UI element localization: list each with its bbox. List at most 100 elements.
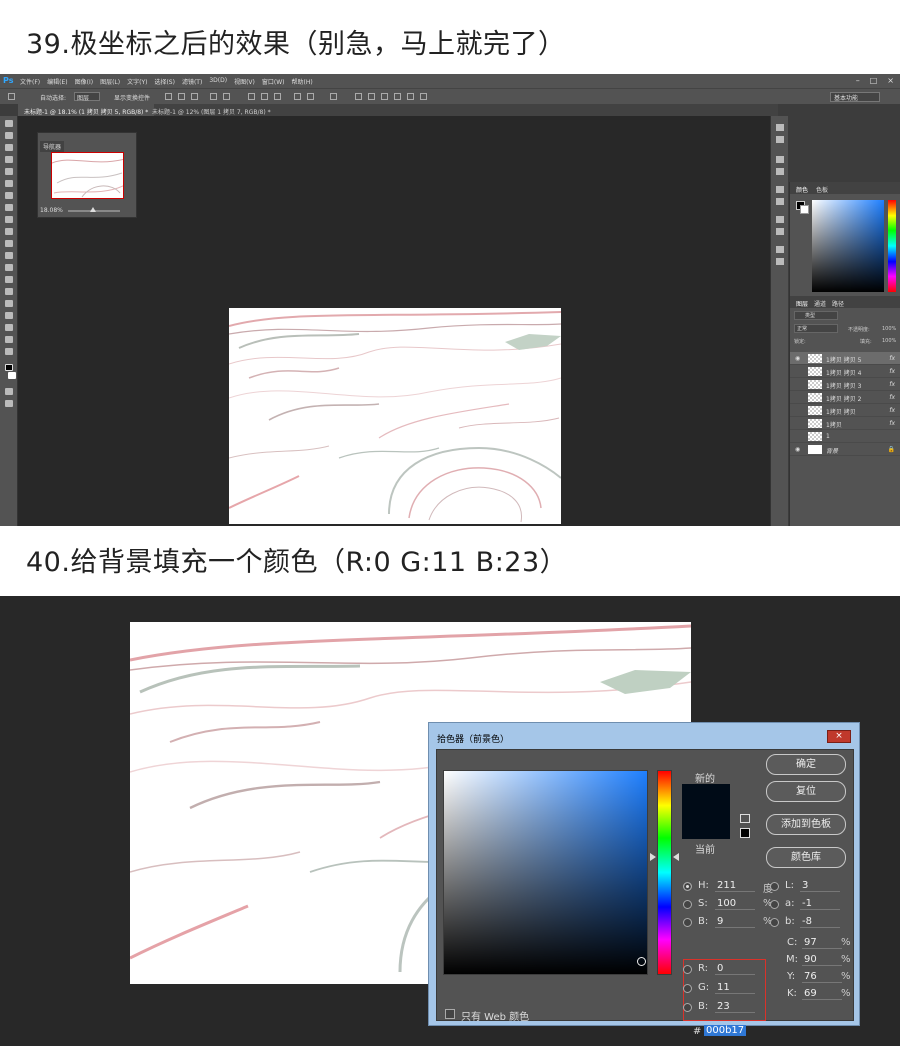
add-to-swatches-button[interactable]: 添加到色板: [766, 814, 846, 835]
path-select-icon[interactable]: [5, 312, 13, 319]
menu-window[interactable]: 窗口(W): [262, 77, 285, 86]
fx-icon[interactable]: fx: [889, 420, 895, 427]
properties-icon[interactable]: [776, 136, 784, 143]
healing-tool-icon[interactable]: [5, 192, 13, 199]
web-safe-swatch-icon[interactable]: [740, 828, 750, 838]
gradient-tool-icon[interactable]: [5, 252, 13, 259]
distribute-top-icon[interactable]: [248, 93, 255, 100]
shape-tool-icon[interactable]: [5, 324, 13, 331]
menu-layer[interactable]: 图层(L): [100, 77, 120, 86]
eye-icon[interactable]: ◉: [795, 355, 800, 362]
fx-icon[interactable]: fx: [889, 394, 895, 401]
styles-icon[interactable]: [776, 198, 784, 205]
s-radio[interactable]: [683, 900, 692, 909]
navigator-thumbnail[interactable]: [51, 152, 124, 199]
tab-channels[interactable]: 通道: [814, 299, 826, 308]
menu-file[interactable]: 文件(F): [20, 77, 40, 86]
menu-filter[interactable]: 滤镜(T): [182, 77, 202, 86]
document-canvas[interactable]: [229, 308, 561, 524]
character-icon[interactable]: [776, 228, 784, 235]
hue-slider[interactable]: [657, 770, 672, 975]
zoom-tool-icon[interactable]: [5, 348, 13, 355]
fill-value[interactable]: 100%: [882, 338, 896, 344]
reset-button[interactable]: 复位: [766, 781, 846, 802]
3d-mode-icon[interactable]: [355, 93, 362, 100]
y-field[interactable]: 76: [802, 971, 842, 983]
color-field[interactable]: [812, 200, 884, 292]
adjustments-icon[interactable]: [776, 186, 784, 193]
align-bottom-icon[interactable]: [191, 93, 198, 100]
hue-slider-arrow-left[interactable]: [650, 853, 656, 861]
tab-color[interactable]: 颜色: [796, 185, 808, 194]
current-color-swatch[interactable]: [682, 812, 730, 839]
quick-mask-icon[interactable]: [5, 388, 13, 395]
background-swatch[interactable]: [800, 205, 809, 214]
layer-row[interactable]: 1拷贝 拷贝 fx: [790, 404, 900, 417]
s-field[interactable]: 100: [715, 898, 755, 910]
menu-help[interactable]: 帮助(H): [292, 77, 313, 86]
magic-wand-tool-icon[interactable]: [5, 156, 13, 163]
distribute-bottom-icon[interactable]: [274, 93, 281, 100]
r-radio[interactable]: [683, 965, 692, 974]
layer-row[interactable]: 1拷贝 拷贝 4 fx: [790, 365, 900, 378]
eye-icon[interactable]: ◉: [795, 446, 800, 453]
doc-tab-2[interactable]: 未标题-1 @ 12% (图层 1 拷贝 7, RGB/8) *: [146, 104, 277, 116]
close-button[interactable]: ×: [827, 730, 851, 743]
background-color-icon[interactable]: [8, 372, 16, 379]
eyedropper-tool-icon[interactable]: [5, 180, 13, 187]
pen-tool-icon[interactable]: [5, 288, 13, 295]
maximize-icon[interactable]: □: [870, 76, 878, 85]
brush-panel-icon[interactable]: [776, 156, 784, 163]
layer-row[interactable]: 1: [790, 430, 900, 443]
foreground-color-icon[interactable]: [5, 364, 13, 371]
info-icon[interactable]: [776, 246, 784, 253]
3d-slide-icon[interactable]: [407, 93, 414, 100]
3d-pan-icon[interactable]: [394, 93, 401, 100]
a-radio[interactable]: [770, 900, 779, 909]
k-field[interactable]: 69: [802, 988, 842, 1000]
align-left-icon[interactable]: [210, 93, 217, 100]
saturation-brightness-field[interactable]: [443, 770, 648, 975]
align-vcenter-icon[interactable]: [178, 93, 185, 100]
fx-icon[interactable]: fx: [889, 368, 895, 375]
fx-icon[interactable]: fx: [889, 355, 895, 362]
lasso-tool-icon[interactable]: [5, 144, 13, 151]
minimize-icon[interactable]: –: [856, 76, 860, 85]
auto-align-icon[interactable]: [330, 93, 337, 100]
menu-view[interactable]: 视图(V): [234, 77, 255, 86]
c-field[interactable]: 97: [802, 937, 842, 949]
r-field[interactable]: 0: [715, 963, 755, 975]
align-top-icon[interactable]: [165, 93, 172, 100]
menu-type[interactable]: 文字(Y): [127, 77, 147, 86]
history-icon[interactable]: [776, 124, 784, 131]
move-tool-icon[interactable]: [8, 93, 15, 100]
history-brush-icon[interactable]: [5, 228, 13, 235]
close-icon[interactable]: ×: [887, 76, 894, 85]
menu-3d[interactable]: 3D(D): [209, 77, 227, 86]
crop-tool-icon[interactable]: [5, 168, 13, 175]
lab-b-field[interactable]: -8: [800, 916, 840, 928]
auto-select-label[interactable]: 自动选择:: [40, 93, 66, 102]
layer-row[interactable]: 1拷贝 拷贝 2 fx: [790, 391, 900, 404]
navigator-zoom-value[interactable]: 18.08%: [40, 207, 63, 214]
distribute-left-icon[interactable]: [294, 93, 301, 100]
type-tool-icon[interactable]: [5, 300, 13, 307]
tab-layers[interactable]: 图层: [796, 299, 808, 308]
layer-row[interactable]: 1拷贝 fx: [790, 417, 900, 430]
workspace-dropdown[interactable]: 基本功能: [830, 92, 880, 102]
blue-radio[interactable]: [683, 1003, 692, 1012]
show-transform-label[interactable]: 显示变换控件: [114, 93, 150, 102]
move-tool-icon[interactable]: [5, 120, 13, 127]
brush-tool-icon[interactable]: [5, 204, 13, 211]
distribute-vcenter-icon[interactable]: [261, 93, 268, 100]
tab-paths[interactable]: 路径: [832, 299, 844, 308]
hand-tool-icon[interactable]: [5, 336, 13, 343]
color-selector-ring[interactable]: [637, 957, 646, 966]
auto-select-dropdown[interactable]: 图层: [74, 92, 100, 102]
lab-b-radio[interactable]: [770, 918, 779, 927]
layer-row[interactable]: 1拷贝 拷贝 3 fx: [790, 378, 900, 391]
distribute-right-icon[interactable]: [307, 93, 314, 100]
m-field[interactable]: 90: [802, 954, 842, 966]
g-radio[interactable]: [683, 984, 692, 993]
g-field[interactable]: 11: [715, 982, 755, 994]
